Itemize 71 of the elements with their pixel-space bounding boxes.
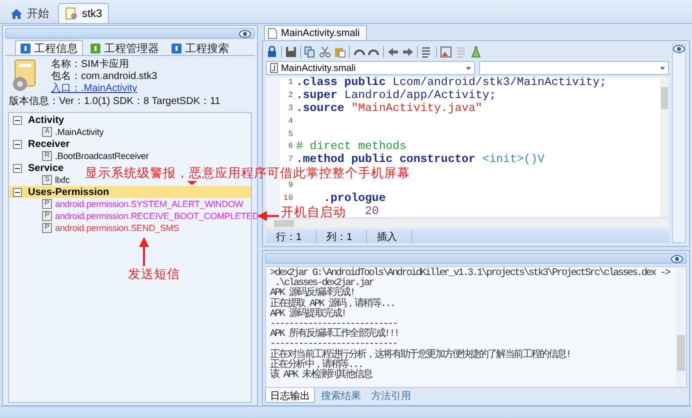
- status-text: 插入: [367, 230, 412, 244]
- save-icon[interactable]: [285, 46, 297, 58]
- line-number: 1: [288, 78, 293, 87]
- panel-tab[interactable]: 工程管理器: [85, 40, 164, 55]
- line-number: 9: [288, 181, 293, 190]
- line-number: 10: [283, 194, 293, 204]
- vertical-scrollbar[interactable]: [660, 77, 669, 217]
- eye-icon[interactable]: [673, 45, 685, 53]
- list-icon[interactable]: [421, 46, 433, 58]
- app-tab[interactable]: stk3: [58, 3, 110, 23]
- annotation-label: 发送短信: [128, 268, 180, 281]
- package-name-label: 包名：com.android.stk3: [51, 71, 158, 82]
- horizontal-scrollbar[interactable]: [266, 219, 669, 228]
- annotation-label: 显示系统级警报，恶意应用程序可借此掌控整个手机屏幕: [85, 167, 410, 180]
- vertical-scrollbar[interactable]: [676, 267, 686, 387]
- log-line: APK 源码提取完成!: [270, 310, 346, 320]
- flask-icon[interactable]: [470, 46, 482, 58]
- panel-tab[interactable]: 工程搜索: [166, 40, 234, 55]
- tree-node[interactable]: Uses-Permission: [9, 186, 251, 198]
- code-line: 20: [365, 206, 379, 217]
- lock-icon[interactable]: [266, 46, 278, 58]
- output-tab[interactable]: 日志输出: [265, 388, 315, 403]
- output-tab[interactable]: 方法引用: [367, 388, 415, 403]
- code-line: # direct methods: [296, 141, 406, 154]
- line-number: 2: [288, 90, 293, 100]
- version-info-label: 版本信息：Ver：1.0(1) SDK：8 TargetSDK：11: [9, 96, 222, 108]
- toggle-icon[interactable]: [13, 140, 22, 148]
- file-tab[interactable]: MainActivity.smali: [264, 25, 367, 40]
- line-number: 4: [288, 116, 293, 126]
- tree-node[interactable]: Activity: [9, 114, 68, 126]
- log-line: 该 APK 未检测到其他信息: [270, 370, 372, 382]
- caret-icon: [466, 66, 471, 70]
- eye-icon[interactable]: [239, 30, 251, 38]
- copy-icon[interactable]: [304, 46, 316, 58]
- status-text: 行：1: [266, 230, 317, 244]
- left-arrow-icon[interactable]: [387, 46, 399, 58]
- output-tab[interactable]: 搜索结果: [317, 388, 365, 403]
- app-name-label: 名称：SIM卡应用: [51, 59, 129, 71]
- scissors-icon[interactable]: [319, 46, 331, 58]
- entry-link[interactable]: 入口：.MainActivity: [51, 83, 138, 95]
- line-number: 3: [288, 104, 293, 113]
- annotation-label: 开机自启动: [281, 206, 346, 219]
- right-arrow-icon[interactable]: [402, 46, 414, 58]
- java-file-icon: [270, 63, 278, 73]
- house-icon: [10, 8, 23, 20]
- document-gear-icon: [65, 7, 78, 20]
- line-number: 5: [288, 130, 293, 139]
- code-line: .method public constructor <init>()V: [296, 154, 544, 166]
- paste-icon[interactable]: [334, 46, 346, 58]
- log-line: >dex2jar G:\AndroidTools\AndroidKiller_v1.3.1\projects\stk3\ProjectSrc\classes.dex ->: [270, 269, 670, 279]
- code-line: .source "MainActivity.java": [296, 102, 482, 116]
- app-tab[interactable]: 开始: [3, 3, 56, 23]
- line-number: 6: [288, 142, 293, 152]
- eye-icon[interactable]: [671, 254, 683, 262]
- toggle-icon[interactable]: [13, 116, 22, 124]
- line-number: 7: [288, 155, 293, 164]
- toggle-icon[interactable]: [13, 164, 22, 172]
- caret-icon: [660, 66, 665, 70]
- toggle-icon[interactable]: [13, 188, 22, 196]
- log-line: APK 源码反编译完成!: [270, 289, 354, 300]
- document-icon: [268, 28, 277, 38]
- tree-node[interactable]: Receiver: [9, 138, 74, 150]
- file-dropdown[interactable]: MainActivity.smali: [266, 61, 475, 75]
- tree-node[interactable]: Service: [9, 162, 68, 174]
- picture-icon[interactable]: [440, 46, 452, 58]
- code-line: .super Landroid/app/Activity;: [296, 90, 496, 102]
- panel-tab[interactable]: 工程信息: [15, 40, 83, 55]
- code-line: .prologue: [324, 193, 386, 206]
- log-line: APK 所有反编译工作全部完成!!!: [270, 330, 399, 340]
- status-text: 列：1: [316, 230, 368, 244]
- code-line: .class public Lcom/android/stk3/MainActivity;: [296, 77, 607, 90]
